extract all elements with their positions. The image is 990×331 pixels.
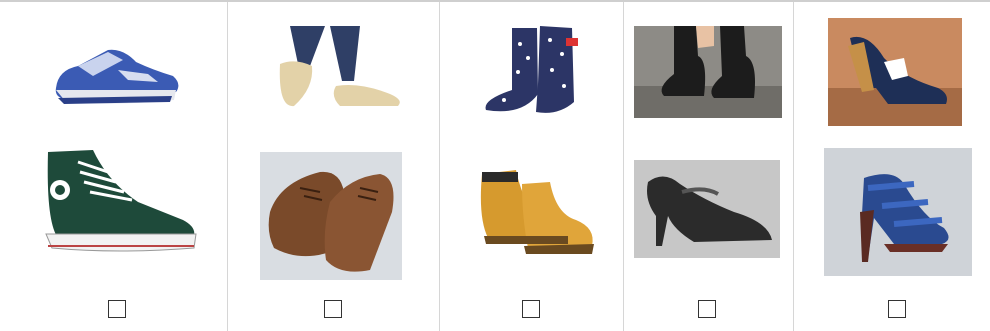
option-column-5	[794, 2, 990, 331]
option-column-3	[440, 2, 624, 331]
shoe-selection-grid	[0, 0, 990, 331]
running-sneaker-image[interactable]	[48, 40, 183, 110]
option-column-4	[624, 2, 794, 331]
option-checkbox-5[interactable]	[888, 300, 906, 318]
oxford-shoes-image[interactable]	[260, 152, 402, 280]
option-checkbox-2[interactable]	[324, 300, 342, 318]
option-checkbox-3[interactable]	[522, 300, 540, 318]
ankle-boots-image[interactable]	[634, 26, 782, 118]
rain-boots-image[interactable]	[482, 24, 587, 119]
option-column-1	[0, 2, 228, 331]
option-column-2	[228, 2, 440, 331]
wedge-sandals-image[interactable]	[828, 18, 962, 126]
work-boots-image[interactable]	[472, 158, 600, 263]
strappy-heels-image[interactable]	[824, 148, 972, 276]
high-top-sneaker-image[interactable]	[38, 142, 203, 257]
mary-jane-heels-image[interactable]	[634, 160, 780, 258]
option-checkbox-4[interactable]	[698, 300, 716, 318]
ballet-flats-image[interactable]	[270, 26, 410, 126]
option-checkbox-1[interactable]	[108, 300, 126, 318]
